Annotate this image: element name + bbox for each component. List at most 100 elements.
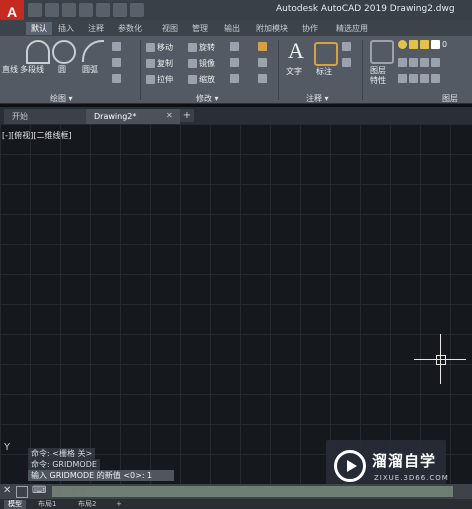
tab-home[interactable]: 默认	[26, 22, 52, 35]
copy-icon	[146, 59, 155, 68]
scale-icon	[188, 75, 197, 84]
erase-icon	[258, 42, 267, 51]
array-tool[interactable]	[230, 74, 239, 83]
rotate-tool[interactable]: 旋转	[188, 42, 215, 53]
hatch-tool[interactable]	[112, 58, 121, 67]
watermark-url: ZIXUE.3D66.COM	[374, 474, 449, 482]
layer-tool-icon	[398, 74, 407, 83]
polyline-icon	[26, 40, 50, 64]
layers-panel-label[interactable]: 图层	[442, 93, 458, 104]
hatch-icon	[112, 58, 121, 67]
close-command-icon[interactable]: ✕	[3, 485, 11, 496]
move-icon	[146, 43, 155, 52]
undo-icon[interactable]	[113, 3, 127, 17]
circle-icon	[52, 40, 76, 64]
trim-icon	[230, 42, 239, 51]
scale-tool[interactable]: 缩放	[188, 74, 215, 85]
window-title: Autodesk AutoCAD 2019 Drawing2.dwg	[276, 4, 455, 14]
leader-tool[interactable]	[342, 42, 351, 51]
stretch-tool[interactable]: 拉伸	[146, 74, 173, 85]
erase-tool[interactable]	[258, 42, 267, 51]
command-history-line: 输入 GRIDMODE 的新值 <0>: 1	[28, 470, 174, 481]
layer-tool-icon	[431, 74, 440, 83]
explode-icon	[258, 58, 267, 67]
dimension-tool[interactable]: 标注	[316, 66, 332, 77]
command-prompt-icon: ⌨	[32, 485, 47, 496]
table-tool[interactable]	[112, 74, 121, 83]
polyline-tool[interactable]: 多段线	[20, 64, 44, 75]
table-icon	[342, 58, 351, 67]
redo-icon[interactable]	[130, 3, 144, 17]
crosshair-pickbox	[436, 355, 446, 365]
layer-tool-icon	[398, 58, 407, 67]
copy-tool[interactable]: 复制	[146, 58, 173, 69]
close-tab-icon[interactable]: ✕	[166, 111, 173, 120]
play-logo-icon	[334, 450, 366, 482]
move-tool[interactable]: 移动	[146, 42, 173, 53]
panel-divider	[362, 40, 363, 100]
ribbon: 直线 多段线 圆 圆弧 绘图 ▾ 移动 旋转 复制 镜像 拉伸 缩放 修改 ▾ …	[0, 36, 472, 104]
tab-featured-apps[interactable]: 精选应用	[336, 22, 368, 35]
dimension-icon	[314, 42, 338, 66]
command-history-line: 命令: GRIDMODE	[28, 459, 100, 470]
tab-addins[interactable]: 附加模块	[256, 22, 288, 35]
ribbon-tab-bar: 默认 插入 注释 参数化 视图 管理 输出 附加模块 协作 精选应用	[0, 20, 472, 36]
layer-tool-icon	[409, 58, 418, 67]
drawing-canvas[interactable]: [-][俯视][二维线框] Y	[0, 124, 472, 484]
lock-icon	[420, 40, 429, 49]
rotate-icon	[188, 43, 197, 52]
trim-tool[interactable]	[230, 42, 239, 51]
tab-parametric[interactable]: 参数化	[118, 22, 142, 35]
command-input[interactable]	[52, 486, 453, 497]
layer-tool-icon	[431, 58, 440, 67]
layer-state-controls[interactable]: 0	[398, 40, 447, 49]
layer-tools-row2[interactable]	[398, 74, 440, 83]
open-icon[interactable]	[45, 3, 59, 17]
save-as-icon[interactable]	[79, 3, 93, 17]
tab-view[interactable]: 视图	[162, 22, 178, 35]
tab-annotate[interactable]: 注释	[88, 22, 104, 35]
tab-insert[interactable]: 插入	[58, 22, 74, 35]
text-tool[interactable]: 文字	[286, 66, 302, 77]
tab-layout2[interactable]: 布局2	[74, 500, 100, 509]
tab-model[interactable]: 模型	[4, 500, 26, 509]
tab-manage[interactable]: 管理	[192, 22, 208, 35]
mirror-tool[interactable]: 镜像	[188, 58, 215, 69]
add-layout-icon[interactable]: +	[112, 500, 126, 509]
tab-start[interactable]: 开始	[4, 109, 96, 124]
customize-icon[interactable]	[16, 486, 28, 498]
document-tab-bar: 开始 Drawing2* ✕ +	[0, 107, 472, 125]
viewport-controls[interactable]: [-][俯视][二维线框]	[2, 130, 72, 141]
fillet-tool[interactable]	[230, 58, 239, 67]
tab-layout1[interactable]: 布局1	[34, 500, 60, 509]
title-bar: A Autodesk AutoCAD 2019 Drawing2.dwg	[0, 0, 472, 24]
stretch-icon	[146, 75, 155, 84]
annotation-panel-label[interactable]: 注释 ▾	[306, 93, 329, 104]
panel-divider	[278, 40, 279, 100]
array-icon	[230, 74, 239, 83]
explode-tool[interactable]	[258, 58, 267, 67]
rectangle-tool[interactable]	[112, 42, 121, 51]
layer-tool-icon	[420, 74, 429, 83]
layer-properties-tool[interactable]: 图层特性	[370, 66, 390, 86]
ucs-y-axis-label: Y	[4, 442, 11, 453]
tab-collaborate[interactable]: 协作	[302, 22, 318, 35]
line-tool[interactable]: 直线	[2, 64, 18, 75]
layer-name: 0	[442, 40, 448, 49]
fillet-icon	[230, 58, 239, 67]
new-icon[interactable]	[28, 3, 42, 17]
layer-tools-row1[interactable]	[398, 58, 440, 67]
arc-tool[interactable]: 圆弧	[82, 64, 98, 75]
lightbulb-icon	[398, 40, 407, 49]
modify-panel-label[interactable]: 修改 ▾	[196, 93, 219, 104]
offset-tool[interactable]	[258, 74, 267, 83]
table-annot-tool[interactable]	[342, 58, 351, 67]
tab-output[interactable]: 输出	[224, 22, 240, 35]
save-icon[interactable]	[62, 3, 76, 17]
sun-icon	[409, 40, 418, 49]
panel-divider	[140, 40, 141, 100]
draw-panel-label[interactable]: 绘图 ▾	[50, 93, 73, 104]
plot-icon[interactable]	[96, 3, 110, 17]
circle-tool[interactable]: 圆	[58, 64, 66, 75]
new-tab-icon[interactable]: +	[180, 109, 194, 122]
